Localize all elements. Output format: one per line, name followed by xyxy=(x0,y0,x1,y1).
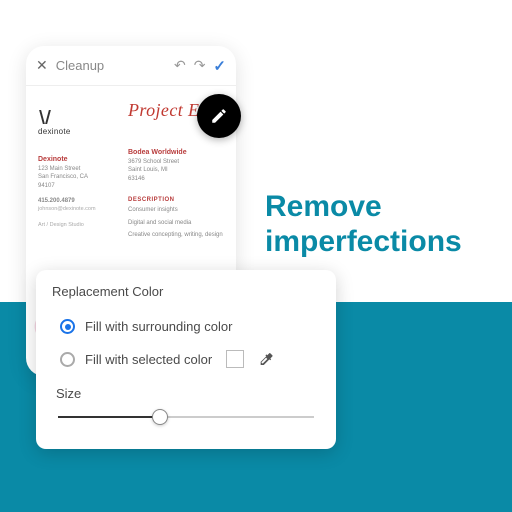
sender-addr2: San Francisco, CA xyxy=(38,173,114,181)
option-surrounding-color[interactable]: Fill with surrounding color xyxy=(52,311,320,342)
cleanup-options-panel: Replacement Color Fill with surrounding … xyxy=(36,270,336,449)
app-toolbar: ✕ Cleanup ↶ ↷ ✓ xyxy=(26,46,236,86)
sender-name: Dexinote xyxy=(38,156,114,163)
brand-name: dexinote xyxy=(38,127,71,136)
option-selected-color[interactable]: Fill with selected color xyxy=(52,342,320,376)
size-slider[interactable] xyxy=(58,407,314,427)
redo-icon[interactable]: ↷ xyxy=(194,57,206,74)
marketing-headline: Remove imperfections xyxy=(265,190,512,259)
option-selected-label: Fill with selected color xyxy=(85,352,212,367)
client-addr2: Saint Louis, MI xyxy=(128,166,224,174)
panel-title: Replacement Color xyxy=(52,284,320,299)
close-icon[interactable]: ✕ xyxy=(36,57,48,74)
desc-line-3: Creative concepting, writing, design xyxy=(128,231,224,239)
client-addr1: 3679 School Street xyxy=(128,158,224,166)
radio-selected-icon xyxy=(60,319,75,334)
desc-line-2: Digital and social media xyxy=(128,219,224,227)
desc-line-1: Consumer insights xyxy=(128,206,224,214)
sender-role: Art / Design Studio xyxy=(38,222,114,228)
sender-phone: 415.200.4879 xyxy=(38,198,114,204)
brand-logo-icon xyxy=(38,110,52,124)
pencil-icon xyxy=(210,107,228,125)
size-label: Size xyxy=(56,386,320,401)
sender-addr1: 123 Main Street xyxy=(38,165,114,173)
description-label: DESCRIPTION xyxy=(128,197,224,203)
edit-fab[interactable] xyxy=(197,94,241,138)
slider-thumb[interactable] xyxy=(152,409,168,425)
color-swatch[interactable] xyxy=(226,350,244,368)
undo-icon[interactable]: ↶ xyxy=(174,57,186,74)
eyedropper-icon[interactable] xyxy=(258,351,274,367)
toolbar-title: Cleanup xyxy=(56,58,104,73)
confirm-icon[interactable]: ✓ xyxy=(213,57,226,75)
option-surrounding-label: Fill with surrounding color xyxy=(85,319,232,334)
sender-email: johnson@dexinote.com xyxy=(38,206,114,212)
radio-unselected-icon xyxy=(60,352,75,367)
client-name: Bodea Worldwide xyxy=(128,149,224,156)
sender-zip: 94107 xyxy=(38,182,114,190)
client-zip: 63146 xyxy=(128,175,224,183)
slider-track-fill xyxy=(58,416,160,418)
